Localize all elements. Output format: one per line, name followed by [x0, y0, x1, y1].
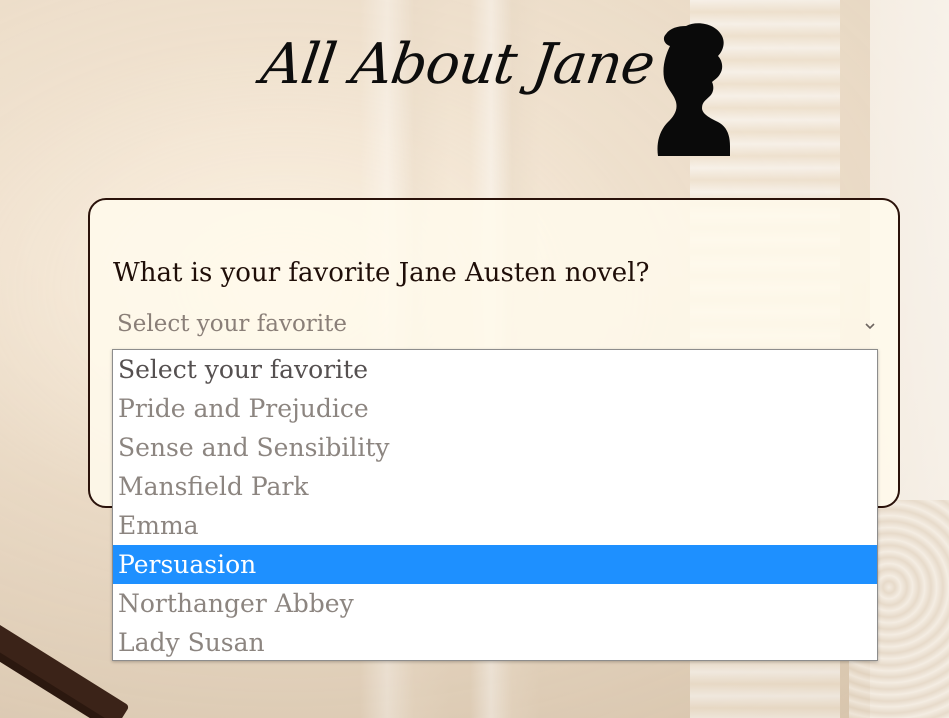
site-logo-title: All About Jane — [257, 32, 659, 97]
option-mansfield-park[interactable]: Mansfield Park — [113, 467, 877, 506]
novel-select[interactable]: Select your favorite — [115, 308, 880, 344]
chevron-down-icon — [865, 323, 875, 330]
woman-profile-silhouette-icon — [657, 23, 730, 156]
select-current-value: Select your favorite — [117, 311, 347, 337]
option-emma[interactable]: Emma — [113, 506, 877, 545]
option-pride-and-prejudice[interactable]: Pride and Prejudice — [113, 389, 877, 428]
option-northanger-abbey[interactable]: Northanger Abbey — [113, 584, 877, 623]
question-label: What is your favorite Jane Austen novel? — [113, 258, 650, 288]
option-sense-and-sensibility[interactable]: Sense and Sensibility — [113, 428, 877, 467]
option-lady-susan[interactable]: Lady Susan — [113, 623, 877, 662]
select-dropdown-list: Select your favorite Pride and Prejudice… — [112, 349, 878, 661]
option-select-your-favorite[interactable]: Select your favorite — [113, 350, 877, 389]
option-persuasion[interactable]: Persuasion — [113, 545, 877, 584]
